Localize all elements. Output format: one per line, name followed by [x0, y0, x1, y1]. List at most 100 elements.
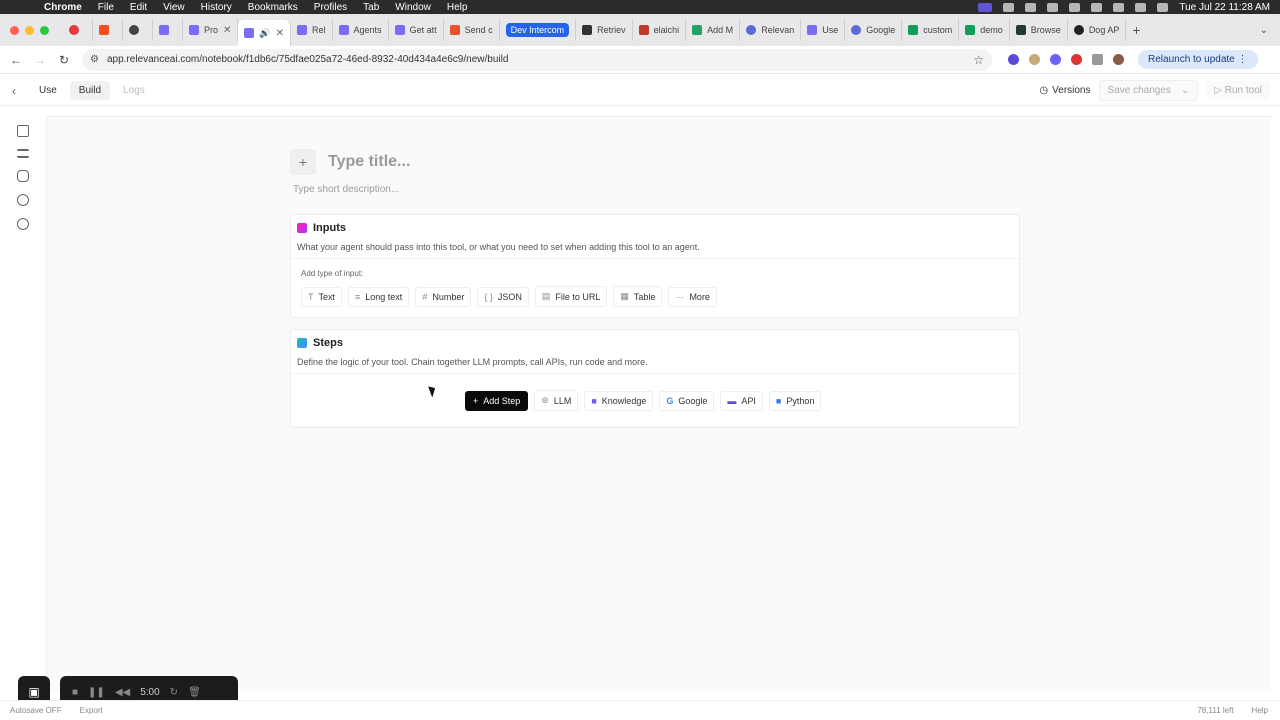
versions-button[interactable]: ◷ Versions [1039, 85, 1090, 96]
forward-arrow-icon[interactable]: → [32, 53, 48, 67]
browser-tab[interactable] [93, 19, 123, 41]
avatar[interactable] [1113, 54, 1124, 65]
input-type-table[interactable]: ▦ Table [613, 286, 663, 307]
pause-icon[interactable]: ❚❚ [88, 687, 105, 698]
clock[interactable]: Tue Jul 22 11:28 AM [1179, 2, 1270, 13]
screen-record-icon[interactable] [978, 2, 993, 12]
minimize-window-icon[interactable] [25, 25, 34, 35]
step-api[interactable]: ▬ API [720, 390, 763, 411]
menu-app[interactable]: Chrome [36, 2, 90, 13]
add-square-icon[interactable] [17, 125, 29, 137]
browser-tab[interactable]: elaichi [633, 19, 687, 41]
relaunch-button[interactable]: Relaunch to update ⋮ [1138, 50, 1258, 69]
menu-history[interactable]: History [193, 2, 240, 13]
browser-tab[interactable]: Google [845, 19, 903, 41]
stop-icon[interactable]: ■ [72, 687, 78, 698]
input-type-long-text[interactable]: ≡ Long text [348, 286, 410, 307]
save-changes-button[interactable]: Save changes ⌄ [1098, 80, 1199, 101]
step-python[interactable]: ■ Python [768, 390, 822, 411]
input-type-text[interactable]: T Text [301, 286, 343, 307]
extension-icon[interactable] [1008, 54, 1019, 65]
back-arrow-icon[interactable]: ← [8, 53, 24, 67]
browser-tab[interactable]: Relevan [740, 19, 802, 41]
bluetooth-icon[interactable] [1135, 2, 1147, 12]
browser-tab[interactable]: demo [959, 19, 1010, 41]
new-tab-button[interactable]: + [1126, 19, 1156, 41]
menu-tab[interactable]: Tab [355, 2, 387, 13]
menu-profiles[interactable]: Profiles [306, 2, 355, 13]
browser-tab[interactable]: custom [902, 19, 960, 41]
chevron-down-icon[interactable]: ⌄ [1181, 85, 1189, 96]
puzzle-icon[interactable] [1092, 54, 1103, 65]
reload-icon[interactable]: ↻ [56, 53, 72, 67]
browser-tab[interactable]: Retriev [576, 19, 633, 41]
title-input[interactable]: Type title... [328, 153, 410, 171]
search-icon[interactable] [1113, 2, 1125, 12]
menu-view[interactable]: View [155, 2, 193, 13]
restart-icon[interactable]: ↻ [170, 687, 178, 698]
input-type-more[interactable]: ··· More [668, 286, 717, 307]
trash-icon[interactable]: 🗑 [188, 687, 201, 698]
url-field[interactable]: ⚙ app.relevanceai.com/notebook/f1db6c/75… [82, 48, 992, 71]
browser-tab[interactable]: Add M [686, 19, 741, 41]
browser-tab[interactable]: Send c [444, 19, 500, 41]
browser-tab[interactable]: Dog AP [1068, 19, 1127, 41]
menu-edit[interactable]: Edit [122, 2, 155, 13]
close-tab-icon[interactable]: ✕ [276, 28, 284, 39]
run-tool-button[interactable]: ▷ Run tool [1206, 81, 1270, 100]
status-icon[interactable] [1003, 2, 1015, 12]
rewind-icon[interactable]: ◀◀ [115, 687, 130, 698]
help-button[interactable]: Help [1252, 706, 1268, 715]
menu-file[interactable]: File [90, 2, 122, 13]
status-icon[interactable] [1047, 2, 1059, 12]
menu-help[interactable]: Help [439, 2, 476, 13]
zoom-window-icon[interactable] [40, 25, 49, 35]
tab-use[interactable]: Use [30, 81, 66, 100]
browser-tab[interactable]: Browse [1010, 19, 1068, 41]
browser-tab[interactable] [123, 19, 153, 41]
speaker-icon[interactable]: 🔊 [259, 28, 270, 39]
back-chevron-icon[interactable]: ‹ [12, 84, 16, 98]
input-type-json[interactable]: { } JSON [477, 286, 529, 307]
browser-tab[interactable]: Use [801, 19, 846, 41]
browser-tab[interactable] [153, 19, 183, 41]
export-button[interactable]: Export [80, 706, 103, 715]
add-icon-button[interactable]: + [290, 149, 316, 175]
extension-icon[interactable] [1029, 54, 1040, 65]
browser-tab[interactable] [63, 19, 93, 41]
browser-tab-active[interactable]: 🔊 ✕ [238, 20, 292, 46]
step-google[interactable]: G Google [659, 390, 715, 411]
list-icon[interactable] [17, 149, 29, 158]
status-icon[interactable] [1091, 2, 1103, 12]
browser-tab[interactable]: Dev Intercom [500, 19, 577, 41]
database-icon[interactable] [17, 170, 29, 182]
refresh-icon[interactable] [17, 218, 29, 230]
menu-window[interactable]: Window [387, 2, 439, 13]
description-input[interactable]: Type short description... [293, 184, 399, 195]
close-window-icon[interactable] [10, 25, 19, 35]
step-knowledge[interactable]: ■ Knowledge [584, 390, 654, 411]
extension-icon[interactable] [1071, 54, 1082, 65]
input-type-number[interactable]: # Number [415, 286, 472, 307]
input-type-file-to-url[interactable]: ▤ File to URL [534, 286, 608, 307]
browser-tab[interactable]: Agents [333, 19, 389, 41]
gear-icon[interactable] [17, 194, 29, 206]
chevron-down-icon[interactable]: ⌄ [1260, 25, 1268, 36]
browser-tab[interactable]: Rel [291, 19, 333, 41]
tab-logs[interactable]: Logs [114, 81, 154, 100]
step-llm[interactable]: ⊛ LLM [534, 390, 579, 411]
url-text[interactable]: app.relevanceai.com/notebook/f1db6c/75df… [107, 54, 508, 65]
site-settings-icon[interactable]: ⚙ [90, 54, 99, 65]
bookmark-star-icon[interactable]: ☆ [973, 53, 984, 67]
menu-bookmarks[interactable]: Bookmarks [240, 2, 306, 13]
status-icon[interactable] [1025, 2, 1037, 12]
wifi-icon[interactable] [1157, 2, 1169, 12]
add-step-button[interactable]: + Add Step [465, 390, 529, 411]
extension-icon[interactable] [1050, 54, 1061, 65]
browser-tab[interactable]: Get att [389, 19, 444, 41]
browser-tab[interactable]: Pro ✕ [183, 19, 239, 41]
close-tab-icon[interactable]: ✕ [223, 25, 231, 36]
status-icon[interactable] [1069, 2, 1081, 12]
autosave-toggle[interactable]: Autosave OFF [10, 706, 62, 715]
tab-build[interactable]: Build [69, 81, 111, 100]
